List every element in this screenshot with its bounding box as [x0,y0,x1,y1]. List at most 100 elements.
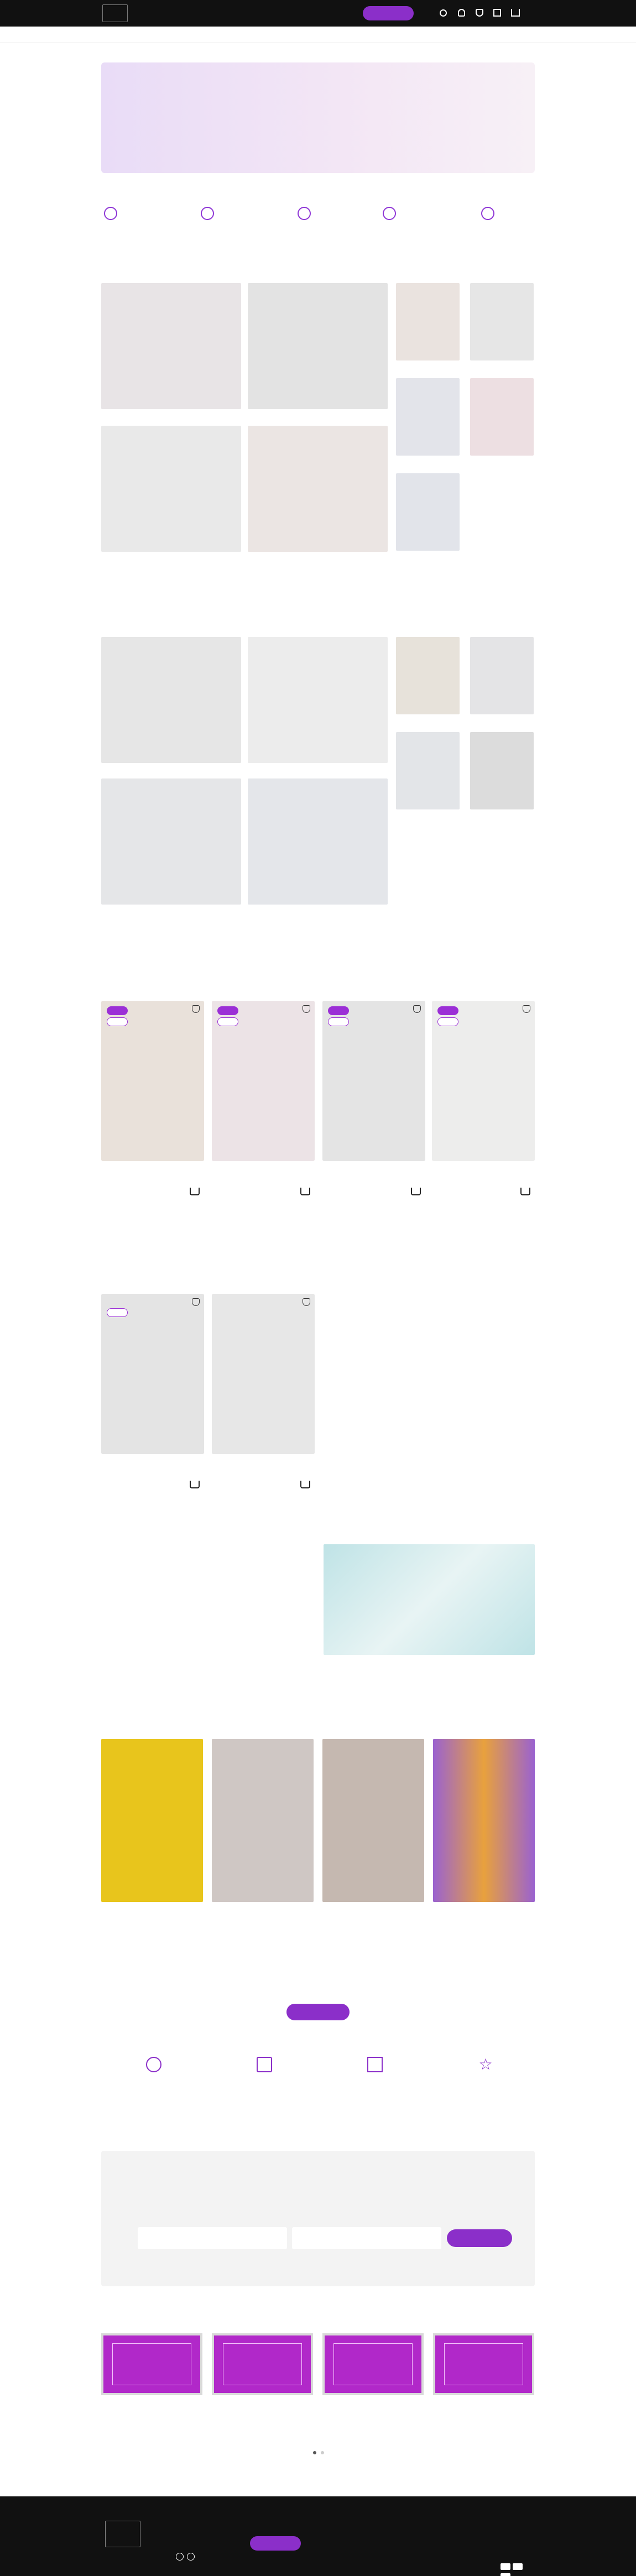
favorite-icon[interactable] [303,1298,310,1306]
subscribe-email-input[interactable] [292,2227,441,2249]
instagram-icon[interactable] [187,2553,195,2561]
feature-text [400,206,460,222]
article-card[interactable] [212,2333,313,2416]
return-icon [298,207,311,220]
subscribe-name-input[interactable] [138,2227,287,2249]
article-card[interactable] [101,2333,202,2416]
article-card[interactable] [433,2333,534,2416]
discount-badge [217,1017,238,1026]
add-to-cart-icon[interactable] [190,1481,200,1488]
news-card[interactable] [212,1739,314,1982]
new-badge [107,1006,128,1015]
favorite-icon[interactable] [523,1005,530,1013]
news-photo[interactable] [322,1739,424,1902]
vk-icon[interactable] [176,2553,184,2561]
category-tile[interactable] [470,378,534,456]
favorite-icon[interactable] [303,1005,310,1013]
cart-icon[interactable] [511,9,520,17]
article-card[interactable] [322,2333,424,2416]
add-to-cart-icon[interactable] [300,1188,310,1195]
article-cover[interactable] [433,2333,534,2395]
all-news-button[interactable] [286,2004,350,2020]
subscribe-block [101,2151,535,2286]
compare-icon[interactable] [493,9,501,17]
product-card[interactable] [101,1001,204,1218]
category-tile[interactable] [101,637,241,763]
news-card[interactable] [433,1739,535,1982]
product-photo[interactable] [101,1294,204,1454]
carousel-dot[interactable] [321,2451,324,2454]
news-item-text [101,1917,201,1956]
product-card[interactable] [101,1294,204,1511]
article-cover[interactable] [322,2333,424,2395]
news-photo[interactable] [212,1739,314,1902]
carousel-dot-active[interactable] [313,2451,316,2454]
about-image [324,1544,535,1655]
product-photo[interactable] [212,1294,315,1454]
feature-item [104,203,181,226]
subscribe-button[interactable] [447,2229,512,2247]
category-tile[interactable] [248,283,388,409]
category-tile[interactable] [101,426,241,552]
footer-order-call-button[interactable] [250,2536,301,2551]
category-tile[interactable] [396,732,460,809]
mastercard-icon [513,2563,523,2570]
favorite-icon[interactable] [413,1005,421,1013]
product-card[interactable] [432,1001,535,1218]
category-tile[interactable] [248,637,388,763]
category-tile[interactable] [470,637,534,714]
discount-badge [328,1017,349,1026]
mir-icon [501,2573,510,2576]
category-tile[interactable] [470,732,534,809]
article-cover-frame [333,2343,413,2385]
category-tile[interactable] [101,283,241,409]
feature-item [383,203,460,226]
new-badge [437,1006,458,1015]
promo-banner[interactable] [101,62,535,173]
product-card[interactable] [212,1294,315,1511]
category-tile[interactable] [470,283,534,360]
new-badge [217,1006,238,1015]
favorite-icon[interactable] [192,1005,200,1013]
news-card[interactable] [322,1739,424,1982]
logo[interactable] [102,4,128,22]
add-to-cart-icon[interactable] [300,1481,310,1488]
order-call-button[interactable] [363,6,414,20]
feature-item [201,203,278,226]
news-item-text [322,1917,422,1956]
feature-item [298,203,375,226]
news-photo[interactable] [433,1739,535,1902]
feature-item [481,203,559,226]
discount-badge [107,1017,128,1026]
footer-logo[interactable] [105,2521,140,2547]
benefit-item [336,2057,414,2096]
news-item-text [433,1917,533,1956]
store-icon [367,2057,383,2072]
add-to-cart-icon[interactable] [520,1188,530,1195]
add-to-cart-icon[interactable] [190,1188,200,1195]
user-icon[interactable] [458,9,465,17]
news-photo[interactable] [101,1739,203,1902]
category-tile[interactable] [101,778,241,905]
category-tile[interactable] [396,637,460,714]
product-card[interactable] [322,1001,425,1218]
favorites-icon[interactable] [476,9,483,17]
category-tile[interactable] [396,283,460,360]
category-tile[interactable] [396,378,460,456]
visa-icon [501,2563,510,2570]
product-card[interactable] [212,1001,315,1218]
footer [0,2496,636,2576]
favorite-icon[interactable] [192,1298,200,1306]
category-tile[interactable] [248,778,388,905]
article-cover[interactable] [212,2333,313,2395]
category-tile[interactable] [396,473,460,551]
discount-badge [107,1308,128,1317]
category-tile[interactable] [248,426,388,552]
article-cover-frame [444,2343,523,2385]
news-card[interactable] [101,1739,203,1982]
search-icon[interactable] [440,9,447,17]
add-to-cart-icon[interactable] [411,1188,421,1195]
article-cover[interactable] [101,2333,202,2395]
article-cover-frame [112,2343,191,2385]
feature-text [218,206,278,222]
